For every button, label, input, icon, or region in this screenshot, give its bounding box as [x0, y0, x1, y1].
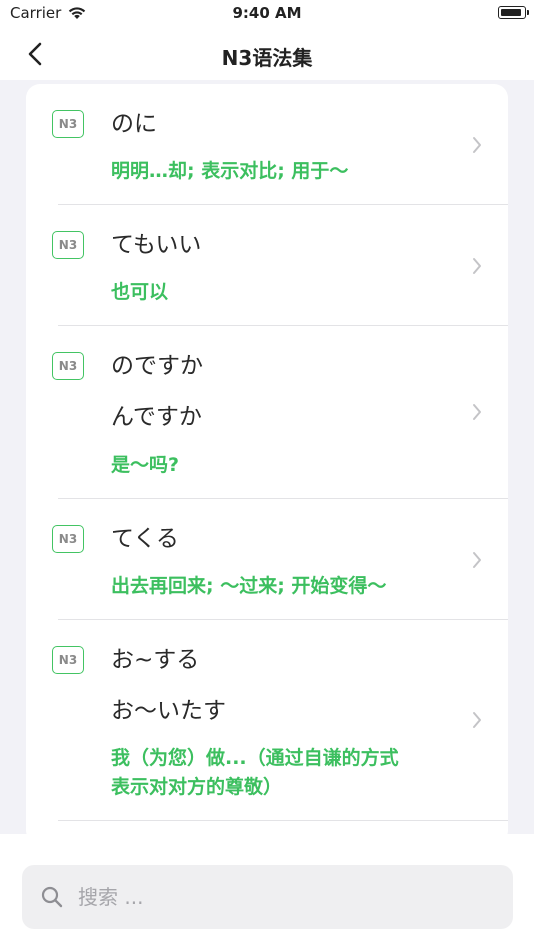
grammar-japanese: のに [111, 111, 157, 137]
grammar-meaning: 我（为您）做...（通过自谦的方式 [111, 747, 399, 769]
nav-bar: N3语法集 [0, 30, 534, 80]
chevron-right-icon [473, 552, 481, 568]
grammar-japanese-alt: お～いたす [111, 698, 226, 724]
grammar-list: N3 のに 明明…却; 表示对比; 用于～ N3 てもいい 也可以 N3 のです… [26, 84, 508, 834]
grammar-meaning: 明明…却; 表示对比; 用于～ [111, 160, 349, 182]
grammar-meaning: 是～吗? [111, 454, 180, 476]
grammar-japanese: お~する [111, 647, 200, 673]
chevron-right-icon [473, 404, 481, 420]
page-title: N3语法集 [221, 46, 313, 70]
search-icon [41, 886, 63, 908]
list-item[interactable]: N3 のですか んですか 是～吗? [26, 326, 508, 499]
search-input[interactable] [78, 885, 458, 909]
grammar-japanese: てもいい [111, 232, 202, 258]
list-item[interactable]: N3 てくる 出去再回来; ～过来; 开始变得～ [26, 499, 508, 620]
divider [58, 820, 508, 821]
grammar-meaning: 出去再回来; ～过来; 开始变得～ [111, 575, 387, 597]
battery-icon [498, 6, 529, 19]
grammar-japanese-alt: んですか [111, 404, 202, 430]
list-item[interactable]: N3 お~する お～いたす 我（为您）做...（通过自谦的方式 表示对对方的尊敬… [26, 620, 508, 821]
chevron-right-icon [473, 258, 481, 274]
status-time: 9:40 AM [232, 4, 302, 22]
level-badge: N3 [52, 525, 84, 553]
level-badge: N3 [52, 110, 84, 138]
search-area [0, 834, 534, 950]
grammar-meaning-line2: 表示对对方的尊敬） [111, 776, 283, 798]
list-item[interactable]: N3 てもいい 也可以 [26, 205, 508, 326]
list-item[interactable]: N3 のに 明明…却; 表示对比; 用于～ [26, 84, 508, 205]
grammar-meaning: 也可以 [111, 281, 169, 303]
grammar-japanese: のですか [111, 353, 203, 379]
search-bar[interactable] [22, 865, 513, 929]
content-area: N3 のに 明明…却; 表示对比; 用于～ N3 てもいい 也可以 N3 のです… [0, 80, 534, 834]
status-bar: Carrier 9:40 AM [0, 0, 534, 30]
chevron-right-icon [473, 712, 481, 728]
grammar-japanese: てくる [111, 526, 179, 552]
level-badge: N3 [52, 231, 84, 259]
level-badge: N3 [52, 352, 84, 380]
chevron-right-icon [473, 137, 481, 153]
level-badge: N3 [52, 646, 84, 674]
